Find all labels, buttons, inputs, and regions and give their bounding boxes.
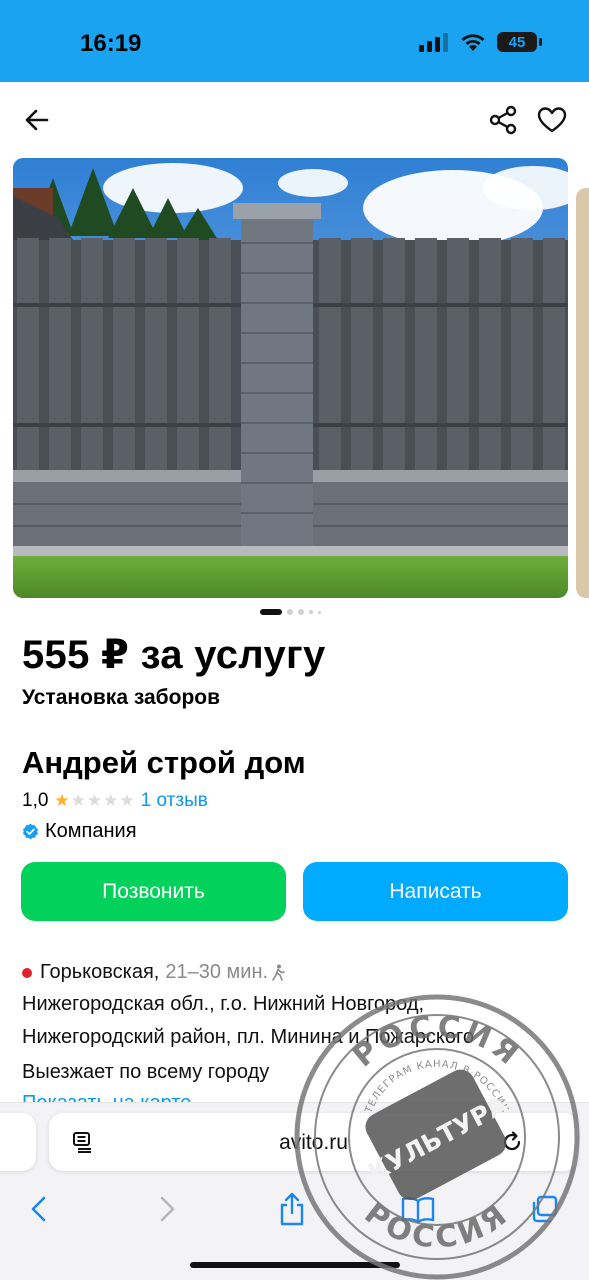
verified-badge-icon [23, 823, 38, 840]
service-area: Выезжает по всему городу [22, 1061, 270, 1083]
pagination-dot [287, 609, 293, 615]
browser-forward-button[interactable] [147, 1189, 187, 1229]
cellular-signal-icon [419, 33, 448, 52]
pagination-dot-active [260, 609, 282, 615]
top-navigation [0, 82, 589, 158]
star-empty-icon: ★ [86, 791, 103, 810]
seller-name[interactable]: Андрей строй дом [22, 745, 306, 781]
rating-stars: ★ ★ ★ ★ ★ [54, 791, 134, 811]
star-empty-icon: ★ [119, 791, 135, 810]
metro-line-icon [22, 967, 32, 978]
metro-walk-time: 21–30 мин. [165, 961, 269, 983]
url-text[interactable]: avito.ru [49, 1131, 578, 1155]
battery-icon: 45 [497, 32, 542, 52]
browser-share-button[interactable] [272, 1189, 312, 1229]
tabs-icon [532, 1195, 558, 1223]
favorite-button[interactable] [534, 102, 570, 138]
browser-back-button[interactable] [19, 1189, 59, 1229]
gallery-pagination [260, 609, 321, 615]
metro-name: Горьковская, [40, 961, 160, 983]
pagination-dot [309, 610, 313, 614]
walking-person-icon [272, 964, 285, 981]
tabs-button[interactable] [524, 1189, 564, 1229]
seller-type-label: Компания [45, 820, 137, 842]
metro-station: Горьковская, 21–30 мин. [22, 961, 285, 984]
seller-type: Компания [22, 820, 137, 843]
reviews-link[interactable]: 1 отзыв [141, 790, 208, 812]
call-button[interactable]: Позвонить [21, 862, 286, 921]
arrow-left-icon [25, 109, 49, 131]
pagination-dot [298, 609, 304, 615]
pagination-dot [318, 610, 321, 614]
share-icon [280, 1192, 304, 1226]
star-empty-icon: ★ [70, 791, 86, 810]
address-line-2: Нижегородский район, пл. Минина и Пожарс… [22, 1026, 475, 1048]
back-button[interactable] [19, 102, 55, 138]
seller-rating: 1,0 ★ ★ ★ ★ ★ 1 отзыв [22, 790, 208, 812]
photo-gallery[interactable] [0, 158, 589, 600]
write-button[interactable]: Написать [303, 862, 568, 921]
heart-outline-icon [537, 107, 567, 133]
browser-toolbar: avito.ru [0, 1102, 589, 1280]
wifi-icon [461, 34, 485, 51]
listing-price: 555 ₽ за услугу [22, 633, 326, 677]
home-indicator [190, 1262, 400, 1268]
star-filled-icon: ★ [54, 791, 70, 810]
listing-title: Установка заборов [22, 686, 221, 709]
share-icon [489, 105, 517, 135]
address-line-1: Нижегородская обл., г.о. Нижний Новгород… [22, 993, 425, 1015]
next-photo-preview[interactable] [576, 188, 589, 598]
reload-icon[interactable] [500, 1130, 524, 1154]
status-bar: 16:19 45 [0, 0, 589, 82]
chevron-right-icon [160, 1196, 175, 1222]
address-bar[interactable]: avito.ru [49, 1113, 578, 1171]
status-time: 16:19 [80, 30, 142, 57]
bookmarks-button[interactable] [398, 1189, 438, 1229]
book-icon [401, 1197, 435, 1223]
listing-photo[interactable] [13, 158, 568, 598]
chevron-left-icon [31, 1196, 46, 1222]
fence-photo-image [13, 158, 568, 598]
previous-tab-pill[interactable] [0, 1113, 36, 1171]
rating-value: 1,0 [22, 790, 49, 811]
status-icons: 45 [419, 32, 542, 52]
share-button[interactable] [485, 102, 521, 138]
star-empty-icon: ★ [103, 791, 119, 810]
